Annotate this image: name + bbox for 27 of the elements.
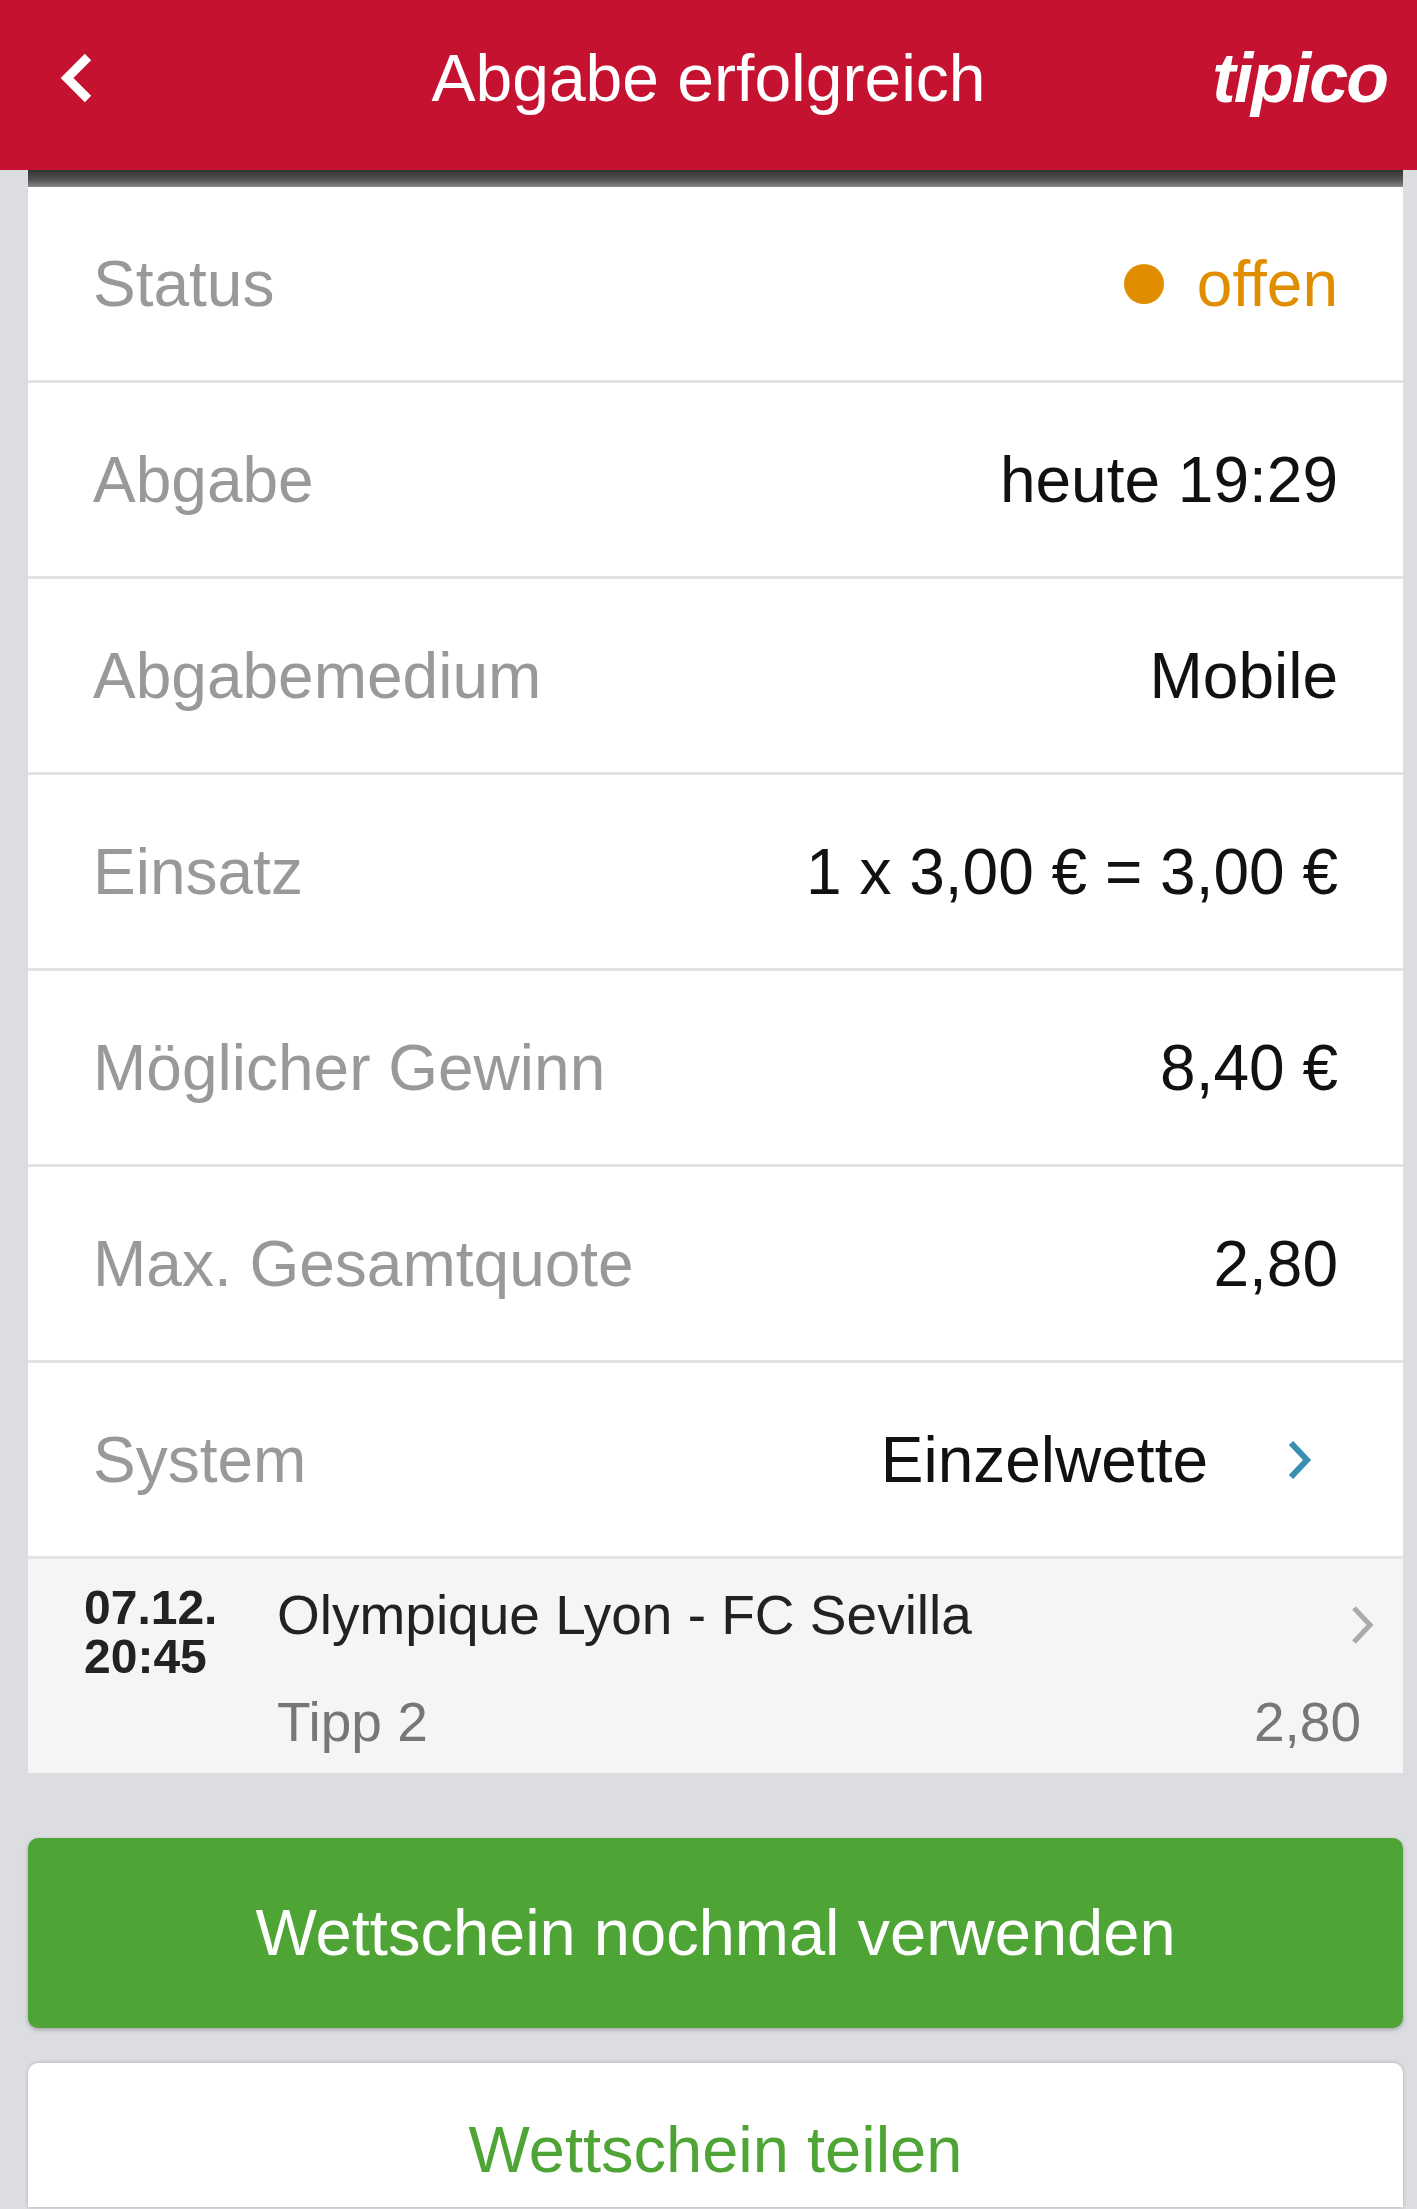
action-button[interactable]: Wettschein teilen	[28, 2063, 1403, 2207]
detail-label: Max. Gesamtquote	[93, 1226, 634, 1301]
match-date: 07.12.	[84, 1583, 218, 1632]
bet-tip: Tipp 2	[277, 1690, 429, 1754]
chevron-right-icon	[1349, 1604, 1376, 1646]
detail-value: 1 x 3,00 € = 3,00 €	[806, 834, 1338, 909]
detail-label: Abgabe	[93, 442, 314, 517]
page-title: Abgabe erfolgreich	[431, 40, 986, 117]
status-value: offen	[1196, 246, 1338, 321]
detail-value: 8,40 €	[1160, 1030, 1338, 1105]
detail-value: Mobile	[1149, 638, 1338, 713]
detail-value: heute 19:29	[999, 442, 1338, 517]
detail-value: 2,80	[1213, 1226, 1338, 1301]
chevron-right-icon[interactable]	[1286, 1438, 1313, 1481]
detail-label: Möglicher Gewinn	[93, 1030, 606, 1105]
detail-label: Einsatz	[93, 834, 303, 909]
brand-logo: tipico	[1212, 38, 1387, 118]
bet-odds: 2,80	[1253, 1690, 1361, 1754]
back-icon[interactable]	[58, 52, 94, 104]
detail-label: System	[93, 1422, 307, 1497]
bet-row[interactable]: 07.12. 20:45 Olympique Lyon - FC Sevilla Tipp 2 2,80	[28, 1559, 1403, 1773]
match-title: Olympique Lyon - FC Sevilla	[277, 1583, 973, 1647]
detail-label: Abgabemedium	[93, 638, 542, 713]
detail-label: Status	[93, 246, 275, 321]
action-button[interactable]: Wettschein nochmal verwenden	[28, 1838, 1403, 2028]
detail-value: Einzelwette	[880, 1422, 1208, 1497]
match-time: 20:45	[84, 1632, 207, 1681]
